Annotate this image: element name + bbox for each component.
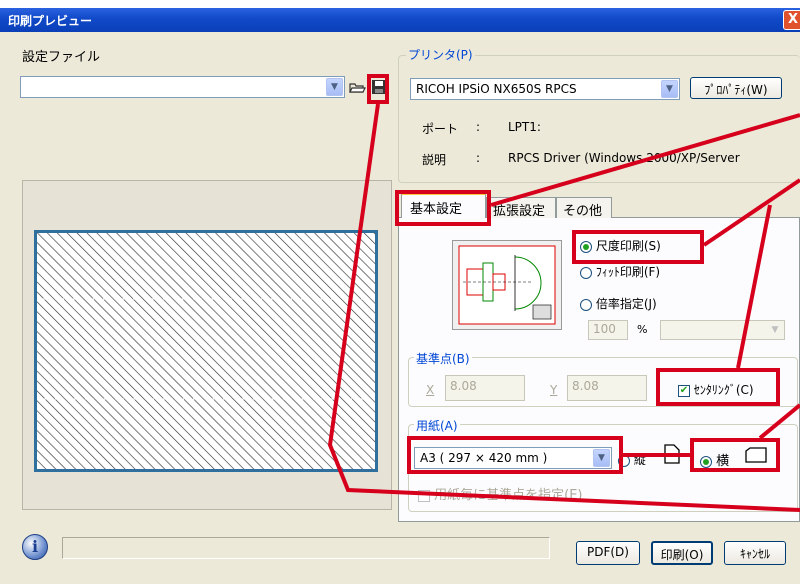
annotation-lines — [327, 103, 800, 512]
